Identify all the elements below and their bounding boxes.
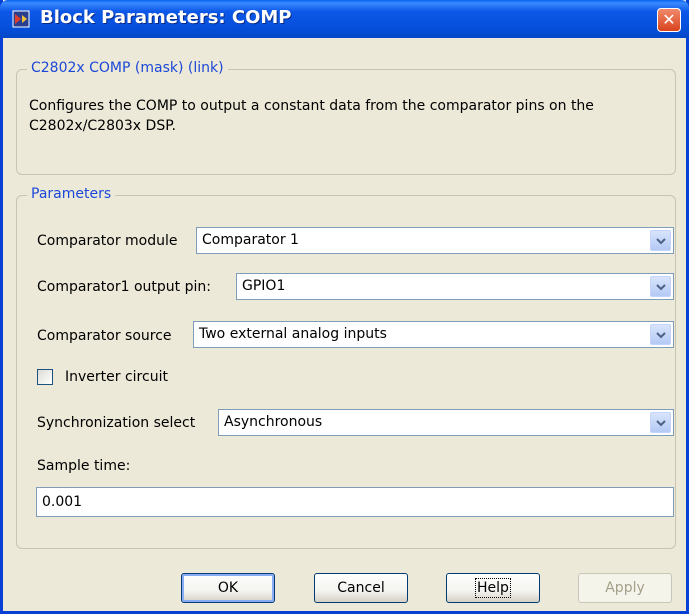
close-icon: ✕ [662, 10, 676, 29]
simulink-block-icon [12, 10, 30, 28]
description-legend: C2802x COMP (mask) (link) [27, 60, 228, 76]
chevron-down-icon[interactable] [650, 230, 671, 251]
output-pin-select[interactable]: GPIO1 [236, 273, 674, 300]
cancel-button[interactable]: Cancel [314, 573, 408, 603]
sample-time-value: 0.001 [42, 494, 83, 510]
output-pin-label: Comparator1 output pin: [37, 279, 211, 295]
sync-select-label: Synchronization select [37, 415, 196, 431]
comparator-source-select[interactable]: Two external analog inputs [193, 321, 674, 348]
window-title: Block Parameters: COMP [40, 7, 292, 28]
inverter-circuit-label: Inverter circuit [65, 369, 168, 385]
apply-button-label: Apply [605, 580, 645, 596]
comparator-module-label: Comparator module [37, 233, 178, 249]
chevron-down-icon[interactable] [650, 324, 671, 345]
title-bar[interactable]: Block Parameters: COMP ✕ [0, 0, 689, 38]
ok-button[interactable]: OK [181, 573, 275, 603]
apply-button[interactable]: Apply [578, 573, 672, 603]
comparator-source-value: Two external analog inputs [199, 326, 387, 342]
parameters-legend: Parameters [27, 186, 116, 202]
help-button[interactable]: Help [446, 573, 540, 603]
sample-time-input[interactable]: 0.001 [36, 487, 674, 517]
close-button[interactable]: ✕ [657, 8, 681, 32]
comparator-source-label: Comparator source [37, 328, 172, 344]
description-group: C2802x COMP (mask) (link) Configures the… [16, 60, 676, 175]
cancel-button-label: Cancel [337, 580, 385, 596]
chevron-down-icon[interactable] [650, 276, 671, 297]
sync-select-dropdown[interactable]: Asynchronous [218, 409, 674, 436]
ok-button-label: OK [217, 580, 239, 596]
inverter-circuit-checkbox[interactable] [37, 369, 53, 385]
chevron-down-icon[interactable] [650, 412, 671, 433]
block-parameters-dialog: Block Parameters: COMP ✕ C2802x COMP (ma… [0, 0, 689, 614]
comparator-module-value: Comparator 1 [202, 232, 299, 248]
help-button-label: Help [475, 578, 511, 598]
comparator-module-select[interactable]: Comparator 1 [196, 227, 674, 254]
output-pin-value: GPIO1 [242, 278, 286, 294]
description-text: Configures the COMP to output a constant… [29, 98, 594, 134]
sync-select-value: Asynchronous [224, 414, 323, 430]
sample-time-label: Sample time: [37, 458, 131, 474]
